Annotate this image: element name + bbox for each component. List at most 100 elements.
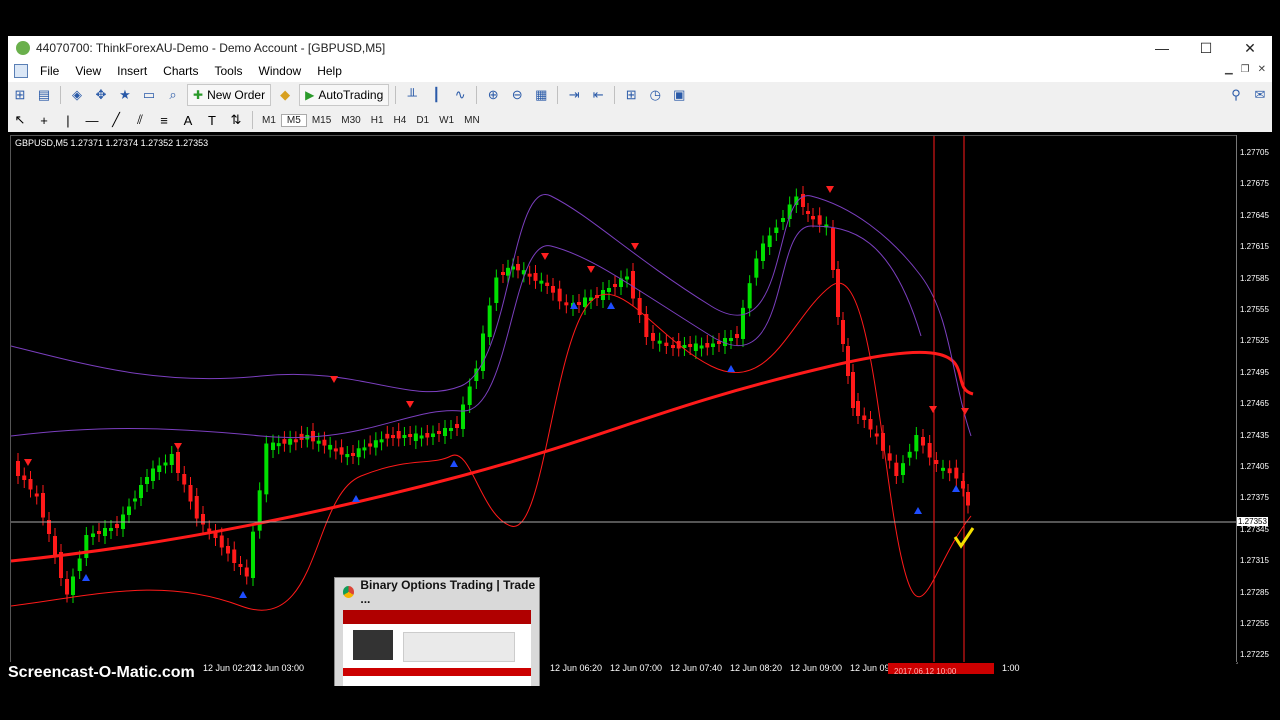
candle-body [385, 433, 390, 439]
buy-arrow-icon [727, 365, 735, 372]
candle-body [345, 454, 350, 458]
tf-w1[interactable]: W1 [434, 115, 459, 126]
document-icon [14, 64, 28, 78]
sell-arrow-icon [330, 376, 338, 383]
bottom-strip [0, 686, 1280, 720]
browser-preview-popup[interactable]: Binary Options Trading | Trade ... [334, 577, 540, 689]
tester-icon[interactable]: ⌕ [163, 85, 183, 105]
menu-insert[interactable]: Insert [109, 64, 155, 78]
candle-body [232, 549, 237, 563]
arrows-icon[interactable]: ⇅ [226, 110, 246, 130]
navigator-icon[interactable]: ✥ [91, 85, 111, 105]
tf-m5[interactable]: M5 [280, 113, 307, 127]
price-axis: 1.27705 1.27675 1.27645 1.27615 1.27585 1.275… [1236, 135, 1275, 662]
chart-area[interactable]: GBPUSD,M5 1.27371 1.27374 1.27352 1.2735… [10, 135, 1238, 664]
menu-charts[interactable]: Charts [155, 64, 206, 78]
fibonacci-icon[interactable]: ≡ [154, 110, 174, 130]
menu-help[interactable]: Help [309, 64, 350, 78]
new-chart-icon[interactable]: ⊞ [10, 85, 30, 105]
price-label: 1.27465 [1240, 399, 1269, 409]
candle-body [188, 485, 193, 502]
buy-arrow-icon [352, 495, 360, 502]
candle-body [391, 435, 395, 438]
time-label: 12 Jun 06:20 [550, 663, 603, 673]
chat-icon[interactable]: ✉ [1250, 85, 1270, 105]
candle-body [774, 227, 779, 233]
candle-body [927, 443, 932, 458]
vertical-line-icon[interactable]: | [58, 110, 78, 130]
candle-body [127, 506, 131, 515]
bar-chart-icon[interactable]: ╨ [402, 85, 422, 105]
tf-h4[interactable]: H4 [389, 115, 412, 126]
tf-h1[interactable]: H1 [366, 115, 389, 126]
mdi-minimize-icon[interactable]: ▁ [1225, 64, 1233, 75]
autotrading-button[interactable]: ▶ AutoTrading [299, 84, 390, 106]
candle-body [671, 345, 675, 348]
menu-window[interactable]: Window [251, 64, 310, 78]
tf-d1[interactable]: D1 [411, 115, 434, 126]
text-icon[interactable]: A [178, 110, 198, 130]
crosshair-icon[interactable]: + [34, 110, 54, 130]
new-order-button[interactable]: ✚ New Order [187, 84, 272, 106]
buy-arrow-icon [914, 507, 922, 514]
market-watch-icon[interactable]: ◈ [67, 85, 87, 105]
trendline-icon[interactable]: ╱ [106, 110, 126, 130]
mdi-restore-icon[interactable]: ❐ [1241, 64, 1250, 75]
candlestick-icon[interactable]: ┃ [426, 85, 446, 105]
search-icon[interactable]: ⚲ [1226, 85, 1246, 105]
candle-body [425, 433, 430, 438]
tf-m30[interactable]: M30 [336, 115, 365, 126]
zoom-in-icon[interactable]: ⊕ [483, 85, 503, 105]
templates-icon[interactable]: ▣ [669, 85, 689, 105]
candle-body [747, 283, 752, 309]
price-label: 1.27315 [1240, 556, 1269, 566]
tf-m15[interactable]: M15 [307, 115, 336, 126]
price-label: 1.27375 [1240, 493, 1269, 503]
zoom-out-icon[interactable]: ⊖ [507, 85, 527, 105]
metaeditor-icon[interactable]: ◆ [275, 85, 295, 105]
candle-body [368, 443, 373, 447]
channel-icon[interactable]: ⫽ [130, 110, 150, 130]
candle-body [577, 302, 581, 305]
price-label: 1.27345 [1240, 524, 1269, 534]
menu-tools[interactable]: Tools [207, 64, 251, 78]
menu-file[interactable]: File [32, 64, 67, 78]
horizontal-line-icon[interactable]: — [82, 110, 102, 130]
candle-body [887, 453, 892, 461]
candle-body [333, 448, 338, 452]
candle-body [851, 372, 855, 408]
popup-thumbnail[interactable] [343, 610, 531, 686]
chrome-icon [343, 586, 355, 598]
candle-body [836, 269, 840, 317]
price-label: 1.27495 [1240, 367, 1269, 377]
minimize-button[interactable]: — [1140, 36, 1184, 60]
chart-shift-icon[interactable]: ⇤ [588, 85, 608, 105]
price-chart[interactable] [11, 136, 1237, 663]
sell-arrow-icon [541, 253, 549, 260]
price-label: 1.27675 [1240, 179, 1269, 189]
data-window-icon[interactable]: ★ [115, 85, 135, 105]
close-button[interactable]: ✕ [1228, 36, 1272, 60]
maximize-button[interactable]: ☐ [1184, 36, 1228, 60]
mdi-close-icon[interactable]: ✕ [1258, 64, 1266, 75]
menu-view[interactable]: View [67, 64, 109, 78]
tile-windows-icon[interactable]: ▦ [531, 85, 551, 105]
candle-body [941, 467, 945, 471]
text-label-icon[interactable]: T [202, 110, 222, 130]
tf-m1[interactable]: M1 [257, 115, 281, 126]
candle-body [516, 264, 520, 271]
autotrading-icon: ▶ [305, 88, 315, 102]
indicators-icon[interactable]: ⊞ [621, 85, 641, 105]
line-chart-icon[interactable]: ∿ [450, 85, 470, 105]
candle-body [901, 463, 905, 475]
new-order-icon: ✚ [193, 88, 204, 102]
candle-body [735, 334, 739, 338]
sell-arrow-icon [631, 243, 639, 250]
profiles-icon[interactable]: ▤ [34, 85, 54, 105]
autoscroll-icon[interactable]: ⇥ [564, 85, 584, 105]
cursor-icon[interactable]: ↖ [10, 110, 30, 130]
periods-icon[interactable]: ◷ [645, 85, 665, 105]
terminal-icon[interactable]: ▭ [139, 85, 159, 105]
price-label: 1.27615 [1240, 242, 1269, 252]
tf-mn[interactable]: MN [459, 115, 485, 126]
